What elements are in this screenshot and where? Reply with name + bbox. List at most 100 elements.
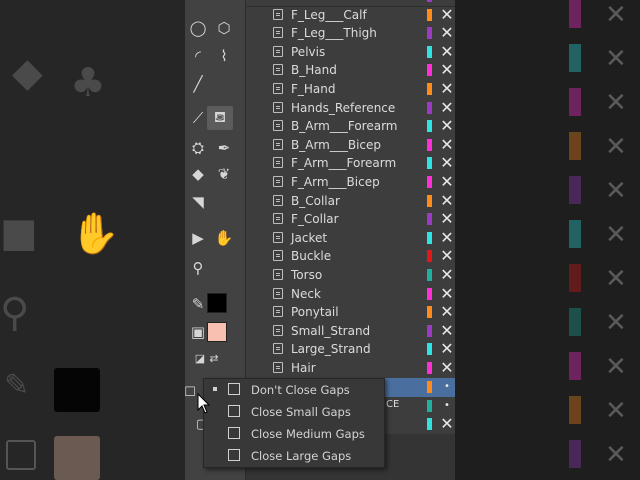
x-icon[interactable]: ✕ <box>439 191 455 210</box>
x-icon[interactable]: ✕ <box>439 173 455 191</box>
x-icon[interactable]: ✕ <box>439 42 455 61</box>
layer-row[interactable]: B_Arm___Bicep ✕ <box>246 135 456 156</box>
eraser-tool-icon[interactable]: ◆ <box>185 162 211 186</box>
layer-row[interactable]: F_Collar ✕ <box>246 210 456 230</box>
ghost-chip <box>569 308 581 336</box>
width-tool-icon[interactable]: ◥ <box>185 190 211 214</box>
layer-color-chip <box>427 343 432 356</box>
menu-item-close-large-gaps[interactable]: Close Large Gaps <box>204 445 384 467</box>
x-icon[interactable]: ✕ <box>439 210 455 228</box>
menu-item-label: Close Medium Gaps <box>251 427 365 441</box>
ghost-x-icon: ✕ <box>605 0 627 30</box>
ellipse-tool-icon[interactable]: ◯ <box>185 16 211 40</box>
layer-color-chip <box>427 0 432 2</box>
layer-row[interactable]: F_Arm___Forearm ✕ <box>246 154 456 174</box>
layer-row[interactable]: Large_Strand ✕ <box>246 340 456 360</box>
x-icon[interactable]: ✕ <box>439 80 455 98</box>
x-icon[interactable]: ✕ <box>439 266 455 284</box>
layer-icon <box>273 213 283 225</box>
menu-item-dont-close-gaps[interactable]: Don't Close Gaps <box>204 379 384 401</box>
menu-item-close-medium-gaps[interactable]: Close Medium Gaps <box>204 423 384 445</box>
layer-row[interactable]: Hair ✕ <box>246 359 456 379</box>
layer-row[interactable]: F_Leg___Calf ✕ <box>246 5 456 26</box>
x-icon[interactable]: ✕ <box>439 340 455 358</box>
layer-icon <box>273 306 283 318</box>
layer-icon <box>273 250 283 262</box>
mouse-cursor-icon <box>197 393 211 414</box>
paint-bucket-tool-icon[interactable]: ⛾ <box>207 106 233 130</box>
stroke-color-swatch[interactable] <box>207 293 227 313</box>
x-icon[interactable]: ✕ <box>439 284 455 303</box>
layer-name: Small_Strand <box>291 323 371 338</box>
ghost-chip <box>569 352 581 380</box>
camera-tool-icon[interactable]: ▶ <box>185 226 211 250</box>
x-icon[interactable]: ✕ <box>439 98 455 117</box>
layer-name-partial: CE <box>386 398 400 410</box>
layer-row[interactable]: Hands_Reference ✕ <box>246 98 456 119</box>
x-icon[interactable]: ✕ <box>439 5 455 24</box>
swap-colors-icon[interactable]: ⇄ <box>201 346 227 370</box>
layer-name: B_Hand <box>291 63 337 78</box>
layer-row-partial[interactable]: ✕ <box>246 0 456 7</box>
layer-row[interactable]: F_Arm___Bicep ✕ <box>246 173 456 193</box>
x-icon[interactable]: ✕ <box>439 303 455 321</box>
layer-row[interactable]: F_Leg___Thigh ✕ <box>246 24 456 44</box>
x-icon[interactable]: ✕ <box>439 117 455 135</box>
layer-row[interactable]: Ponytail ✕ <box>246 303 456 323</box>
layer-color-chip <box>427 194 432 207</box>
layer-color-chip <box>427 45 432 58</box>
pencil-tool-icon[interactable]: ╱ <box>185 72 211 96</box>
x-icon[interactable]: ✕ <box>439 247 455 265</box>
layer-row[interactable]: Torso ✕ <box>246 266 456 286</box>
x-icon[interactable]: ✕ <box>439 415 455 433</box>
deco-tool-icon[interactable]: ❦ <box>211 162 237 186</box>
layer-row[interactable]: B_Hand ✕ <box>246 61 456 81</box>
fill-color-swatch[interactable] <box>207 322 227 342</box>
x-icon[interactable]: ✕ <box>439 154 455 172</box>
polystar-tool-icon[interactable]: ⬡ <box>211 16 237 40</box>
layer-color-chip <box>427 213 432 226</box>
ghost-x-icon: ✕ <box>605 440 627 470</box>
layer-icon <box>273 101 283 113</box>
layer-icon <box>273 45 283 57</box>
x-icon[interactable]: ✕ <box>439 24 455 42</box>
x-icon[interactable]: ✕ <box>439 359 455 377</box>
layer-row[interactable]: Pelvis ✕ <box>246 42 456 63</box>
zoom-tool-icon[interactable]: ⚲ <box>185 256 211 280</box>
x-icon[interactable]: • <box>439 378 455 396</box>
layer-name: Ponytail <box>291 305 339 320</box>
x-icon[interactable]: ✕ <box>439 135 455 154</box>
paint-brush-tool-icon[interactable]: ⌇ <box>211 44 237 68</box>
layer-row[interactable]: F_Hand ✕ <box>246 80 456 100</box>
layer-color-chip <box>427 27 432 40</box>
hand-tool-icon[interactable]: ✋ <box>211 226 237 250</box>
layer-row[interactable]: Small_Strand ✕ <box>246 321 456 342</box>
layer-row[interactable]: B_Collar ✕ <box>246 191 456 212</box>
ghost-x-icon: ✕ <box>605 264 627 294</box>
layer-icon <box>273 287 283 299</box>
ghost-x-icon: ✕ <box>605 176 627 206</box>
ghost-chip <box>569 440 581 468</box>
layer-name: F_Leg___Calf <box>291 7 367 22</box>
ghost-stroke-swatch <box>54 368 100 412</box>
brush-tool-icon[interactable]: ◜ <box>185 44 211 68</box>
ghost-x-icon: ✕ <box>605 308 627 338</box>
layer-name: F_Arm___Bicep <box>291 175 380 189</box>
ghost-box-icon <box>6 440 36 470</box>
layer-name: Torso <box>291 268 323 282</box>
layer-row[interactable]: B_Arm___Forearm ✕ <box>246 117 456 137</box>
x-icon[interactable]: ✕ <box>439 0 455 5</box>
x-icon[interactable]: ✕ <box>439 228 455 247</box>
ghost-hand-icon: ✋ <box>70 211 120 257</box>
x-icon[interactable]: ✕ <box>439 321 455 340</box>
ink-bottle-tool-icon[interactable]: ⛭ <box>185 136 211 160</box>
eyedropper-tool-icon[interactable]: ✒ <box>211 136 237 160</box>
layer-color-chip <box>427 250 432 263</box>
x-icon[interactable]: ✕ <box>439 61 455 79</box>
layer-row[interactable]: Jacket ✕ <box>246 228 456 249</box>
dot-icon[interactable]: • <box>439 397 455 415</box>
layer-row[interactable]: Neck ✕ <box>246 284 456 305</box>
layer-row[interactable]: Buckle ✕ <box>246 247 456 267</box>
layer-icon <box>273 194 283 206</box>
menu-item-close-small-gaps[interactable]: Close Small Gaps <box>204 401 384 423</box>
